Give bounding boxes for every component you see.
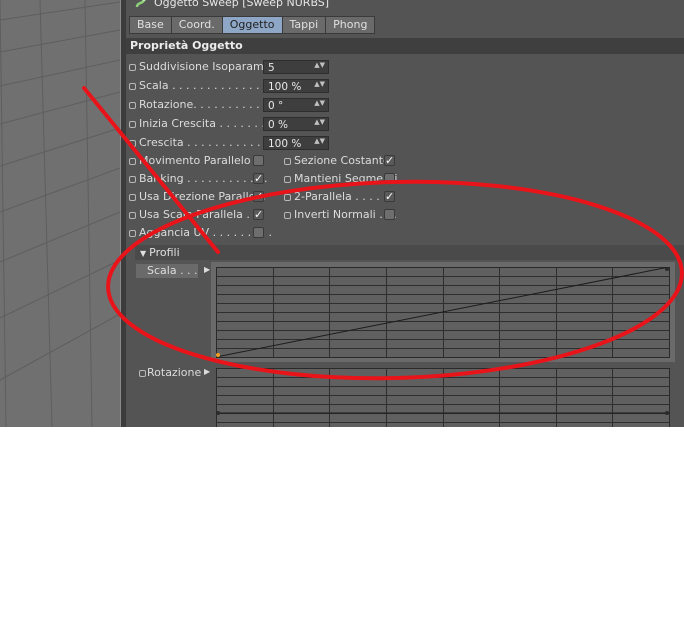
check-row-sezione-costante: Sezione Costante ✓ bbox=[281, 153, 401, 169]
animate-dot-icon[interactable] bbox=[284, 176, 291, 183]
attribute-manager: Oggetto Sweep [Sweep NURBS] Base Coord. … bbox=[126, 0, 684, 427]
profili-title: Profili bbox=[149, 246, 180, 259]
check-label: 2-Parallela . . . . . . bbox=[294, 190, 394, 203]
collapse-arrow-icon[interactable]: ▶ bbox=[204, 367, 210, 376]
tab-coord[interactable]: Coord. bbox=[170, 16, 222, 34]
check-label: Mantieni Segmenti bbox=[294, 172, 398, 185]
check-row-aggancia-uv: Aggancia UV . . . . . . . . . bbox=[126, 225, 276, 241]
animate-dot-icon[interactable] bbox=[129, 121, 136, 128]
animate-dot-icon[interactable] bbox=[129, 176, 136, 183]
tab-bar: Base Coord. Oggetto Tappi Phong bbox=[129, 16, 376, 34]
tab-base[interactable]: Base bbox=[129, 16, 171, 34]
field-label: Inizia Crescita . . . . . . . . . bbox=[139, 117, 279, 130]
crescita-input[interactable]: 100 % ▲▼ bbox=[263, 136, 329, 150]
3d-viewport[interactable] bbox=[0, 0, 120, 427]
sweep-nurbs-icon bbox=[135, 0, 146, 8]
inizia-crescita-input[interactable]: 0 % ▲▼ bbox=[263, 117, 329, 131]
check-row-usa-direzione-parallela: Usa Direzione Parallela ✓ bbox=[126, 189, 276, 205]
rotazione-input[interactable]: 0 ° ▲▼ bbox=[263, 98, 329, 112]
check-row-2-parallela: 2-Parallela . . . . . . ✓ bbox=[281, 189, 401, 205]
spinner-arrows-icon[interactable]: ▲▼ bbox=[314, 138, 325, 145]
field-label: Scala . . . . . . . . . . . . . . bbox=[139, 79, 267, 92]
scala-spline-label: Scala . . . bbox=[136, 264, 198, 278]
animate-dot-icon[interactable] bbox=[129, 230, 136, 237]
tab-tappi[interactable]: Tappi bbox=[281, 16, 326, 34]
spinner-arrows-icon[interactable]: ▲▼ bbox=[314, 62, 325, 69]
usa-scala-parallela-checkbox[interactable]: ✓ bbox=[253, 209, 264, 220]
check-row-usa-scala-parallela: Usa Scala Parallela . . ✓ bbox=[126, 207, 276, 223]
animate-dot-icon[interactable] bbox=[284, 194, 291, 201]
title-bar: Oggetto Sweep [Sweep NURBS] bbox=[126, 0, 684, 12]
scala-input[interactable]: 100 % ▲▼ bbox=[263, 79, 329, 93]
check-label: Movimento Parallelo . . bbox=[139, 154, 265, 167]
usa-direzione-parallela-checkbox[interactable]: ✓ bbox=[253, 191, 264, 202]
window-title: Oggetto Sweep [Sweep NURBS] bbox=[154, 0, 330, 9]
movimento-parallelo-checkbox[interactable] bbox=[253, 155, 264, 166]
mantieni-segmenti-checkbox[interactable] bbox=[384, 173, 395, 184]
animate-dot-icon[interactable] bbox=[129, 212, 136, 219]
profili-group-header[interactable]: ▼ Profili bbox=[135, 245, 684, 260]
spinner-arrows-icon[interactable]: ▲▼ bbox=[314, 81, 325, 88]
animate-dot-icon[interactable] bbox=[129, 140, 136, 147]
aggancia-uv-checkbox[interactable] bbox=[253, 227, 264, 238]
section-title: Proprietà Oggetto bbox=[126, 38, 684, 54]
check-label: Usa Direzione Parallela bbox=[139, 190, 266, 203]
spline-start-point[interactable] bbox=[216, 411, 220, 415]
tab-oggetto[interactable]: Oggetto bbox=[221, 16, 282, 34]
subdivision-input[interactable]: 5 ▲▼ bbox=[263, 60, 329, 74]
animate-dot-icon[interactable] bbox=[129, 194, 136, 201]
rotazione-spline-editor[interactable] bbox=[216, 368, 671, 427]
check-label: Inverti Normali . . . bbox=[294, 208, 397, 221]
collapse-arrow-icon[interactable]: ▶ bbox=[204, 265, 210, 274]
spline-end-point[interactable] bbox=[665, 411, 669, 415]
animate-dot-icon[interactable] bbox=[284, 158, 291, 165]
field-label: Rotazione. . . . . . . . . . . . bbox=[139, 98, 274, 111]
animate-dot-icon[interactable] bbox=[129, 83, 136, 90]
spinner-arrows-icon[interactable]: ▲▼ bbox=[314, 100, 325, 107]
inverti-normali-checkbox[interactable] bbox=[384, 209, 395, 220]
animate-dot-icon[interactable] bbox=[129, 102, 136, 109]
rotazione-spline-label: Rotazione bbox=[147, 366, 202, 379]
tab-phong[interactable]: Phong bbox=[325, 16, 376, 34]
check-row-banking: Banking . . . . . . . . . . . . ✓ bbox=[126, 171, 276, 187]
animate-dot-icon[interactable] bbox=[284, 212, 291, 219]
2-parallela-checkbox[interactable]: ✓ bbox=[384, 191, 395, 202]
check-row-inverti-normali: Inverti Normali . . . bbox=[281, 207, 401, 223]
check-label: Banking . . . . . . . . . . . . bbox=[139, 172, 268, 185]
check-label: Sezione Costante bbox=[294, 154, 390, 167]
check-row-movimento-parallelo: Movimento Parallelo . . bbox=[126, 153, 276, 169]
viewport-grid bbox=[0, 0, 120, 427]
check-row-mantieni-segmenti: Mantieni Segmenti bbox=[281, 171, 401, 187]
spinner-arrows-icon[interactable]: ▲▼ bbox=[314, 119, 325, 126]
spline-end-point[interactable] bbox=[665, 267, 669, 271]
field-label: Crescita . . . . . . . . . . . . . bbox=[139, 136, 275, 149]
sezione-costante-checkbox[interactable]: ✓ bbox=[384, 155, 395, 166]
animate-dot-icon[interactable] bbox=[129, 64, 136, 71]
check-label: Usa Scala Parallela . . bbox=[139, 208, 257, 221]
spline-start-point[interactable] bbox=[216, 353, 220, 357]
banking-checkbox[interactable]: ✓ bbox=[253, 173, 264, 184]
field-label: Suddivisione Isoparametri bbox=[139, 60, 283, 73]
scala-spline-editor[interactable] bbox=[216, 267, 671, 359]
animate-dot-icon[interactable] bbox=[129, 158, 136, 165]
expand-arrow-icon: ▼ bbox=[140, 249, 147, 258]
